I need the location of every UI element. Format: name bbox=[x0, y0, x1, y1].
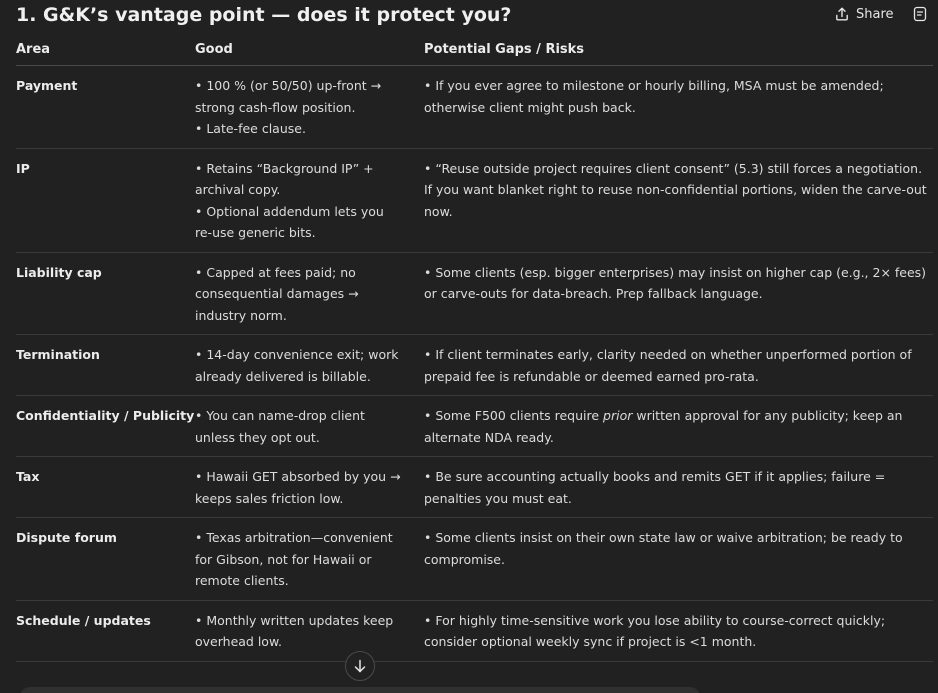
gap-emphasis: prior bbox=[603, 408, 633, 423]
row-gaps: • Some clients insist on their own state… bbox=[424, 517, 933, 601]
row-good: • Texas arbitration—convenient for Gibso… bbox=[195, 517, 424, 601]
row-good: • Retains “Background IP” + archival cop… bbox=[195, 148, 424, 253]
page-title: 1. G&K’s vantage point — does it protect… bbox=[16, 4, 512, 26]
good-item: • Capped at fees paid; no consequential … bbox=[195, 264, 359, 323]
row-good: • 100 % (or 50/50) up-front → strong cas… bbox=[195, 65, 424, 149]
message-composer[interactable] bbox=[20, 687, 700, 693]
table-header-row: Area Good Potential Gaps / Risks bbox=[16, 35, 933, 66]
row-good: • You can name-drop client unless they o… bbox=[195, 395, 424, 457]
row-gaps: • Some clients (esp. bigger enterprises)… bbox=[424, 252, 933, 335]
header-area: Area bbox=[16, 35, 195, 66]
good-item: • Monthly written updates keep overhead … bbox=[195, 612, 394, 650]
good-item: • Hawaii GET absorbed by you → keeps sal… bbox=[195, 469, 401, 506]
gap-item: • Some clients insist on their own state… bbox=[424, 530, 903, 567]
gap-item: • For highly time-sensitive work you los… bbox=[424, 612, 886, 650]
row-area: Payment bbox=[16, 65, 195, 149]
row-gaps: • For highly time-sensitive work you los… bbox=[424, 600, 933, 662]
gap-item: • If client terminates early, clarity ne… bbox=[424, 347, 912, 384]
comparison-table: Area Good Potential Gaps / Risks Payment… bbox=[16, 35, 933, 662]
good-item: • 100 % (or 50/50) up-front → strong cas… bbox=[195, 78, 382, 115]
row-gaps: • “Reuse outside project requires client… bbox=[424, 148, 933, 253]
table-row: Schedule / updates • Monthly written upd… bbox=[16, 600, 933, 662]
gap-item: • Be sure accounting actually books and … bbox=[424, 469, 886, 506]
scroll-to-bottom-button[interactable] bbox=[345, 651, 375, 681]
good-item: • 14-day convenience exit; work already … bbox=[195, 347, 399, 384]
table-row: Termination • 14-day convenience exit; w… bbox=[16, 334, 933, 396]
row-gaps: • Some F500 clients require prior writte… bbox=[424, 395, 933, 457]
row-area: Schedule / updates bbox=[16, 600, 195, 662]
table-row: Tax • Hawaii GET absorbed by you → keeps… bbox=[16, 456, 933, 518]
gap-item: • Some F500 clients require prior writte… bbox=[424, 405, 933, 448]
share-button[interactable]: Share bbox=[834, 5, 894, 23]
gap-item: • “Reuse outside project requires client… bbox=[424, 160, 927, 219]
gap-text: • Some F500 clients require bbox=[424, 408, 604, 423]
gap-item: • If you ever agree to milestone or hour… bbox=[424, 78, 884, 115]
table-row: Liability cap • Capped at fees paid; no … bbox=[16, 252, 933, 335]
row-area: Dispute forum bbox=[16, 517, 195, 601]
row-area: Liability cap bbox=[16, 252, 195, 335]
row-area: Termination bbox=[16, 334, 195, 396]
row-area: Confidentiality / Publicity bbox=[16, 395, 195, 457]
good-item: • You can name-drop client unless they o… bbox=[195, 408, 365, 445]
header-good: Good bbox=[195, 35, 424, 66]
good-item: • Texas arbitration—convenient for Gibso… bbox=[195, 530, 393, 588]
row-good: • Capped at fees paid; no consequential … bbox=[195, 252, 424, 335]
table-row: Payment • 100 % (or 50/50) up-front → st… bbox=[16, 65, 933, 149]
share-icon bbox=[836, 7, 848, 21]
row-good: • 14-day convenience exit; work already … bbox=[195, 334, 424, 396]
page: 1. G&K’s vantage point — does it protect… bbox=[0, 0, 938, 693]
gap-item: • Some clients (esp. bigger enterprises)… bbox=[424, 264, 927, 302]
arrow-down-icon bbox=[354, 659, 366, 673]
good-item: • Optional addendum lets you re-use gene… bbox=[195, 203, 384, 241]
row-gaps: • Be sure accounting actually books and … bbox=[424, 456, 933, 518]
table-row: IP • Retains “Background IP” + archival … bbox=[16, 148, 933, 253]
row-good: • Hawaii GET absorbed by you → keeps sal… bbox=[195, 456, 424, 518]
share-label: Share bbox=[856, 6, 894, 22]
header-gaps: Potential Gaps / Risks bbox=[424, 35, 933, 66]
row-area: Tax bbox=[16, 456, 195, 518]
table-row: Dispute forum • Texas arbitration—conven… bbox=[16, 517, 933, 601]
notes-icon[interactable] bbox=[912, 6, 928, 22]
row-gaps: • If client terminates early, clarity ne… bbox=[424, 334, 933, 396]
table-row: Confidentiality / Publicity • You can na… bbox=[16, 395, 933, 457]
good-item: • Late-fee clause. bbox=[195, 121, 306, 136]
row-area: IP bbox=[16, 148, 195, 253]
row-good: • Monthly written updates keep overhead … bbox=[195, 600, 424, 662]
good-item: • Retains “Background IP” + archival cop… bbox=[195, 160, 374, 198]
row-gaps: • If you ever agree to milestone or hour… bbox=[424, 65, 933, 149]
